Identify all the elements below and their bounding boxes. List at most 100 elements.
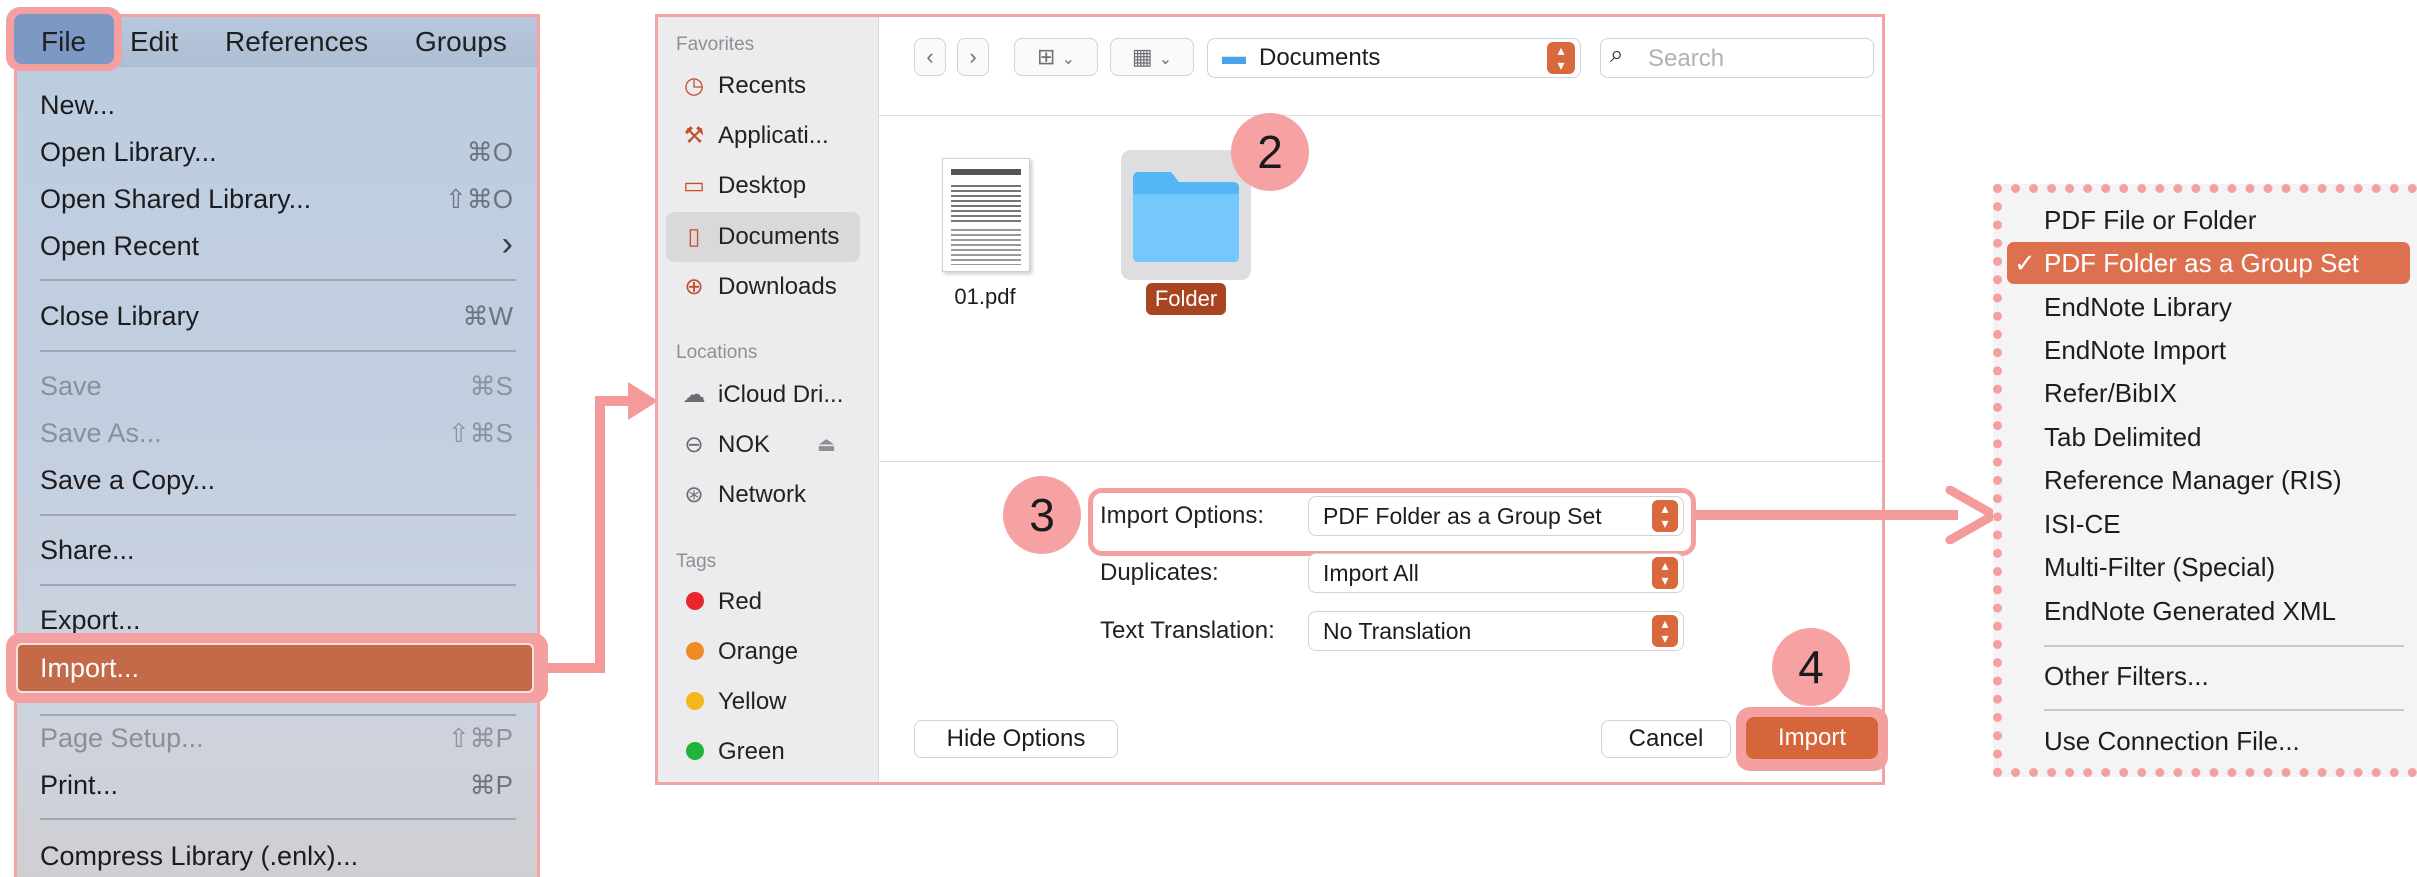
grid-icon: ⊞ [1037,44,1056,69]
hide-options-button[interactable]: Hide Options [914,720,1118,758]
folder-icon[interactable] [1129,168,1243,264]
sidebar-item-applications[interactable]: ⚒ Applicati... [678,115,829,155]
sidebar-item-label: Orange [718,638,799,665]
sidebar-tag-orange[interactable]: Orange [678,632,798,672]
sidebar-heading-favorites: Favorites [676,34,755,55]
menu-separator [40,818,516,820]
file-name-pdf[interactable]: 01.pdf [940,284,1030,310]
menubar-references[interactable]: References [225,17,368,67]
chevron-right-icon: › [501,225,513,263]
menu-item-import[interactable]: Import... [40,646,139,690]
menu-item-new[interactable]: New... [40,85,115,125]
stepper-icon: ▴ ▾ [1652,557,1678,589]
import-options-label: Import Options: [1100,502,1265,529]
format-separator [2044,645,2404,647]
step-badge-2: 2 [1231,113,1309,191]
checkmark-icon: ✓ [2014,248,2036,278]
search-placeholder: Search [1648,45,1725,72]
back-button[interactable]: ‹ [914,38,946,76]
menu-item-compress-library[interactable]: Compress Library (.enlx)... [40,836,358,876]
format-item[interactable]: Use Connection File... [2044,721,2300,761]
tag-dot-icon [686,591,704,610]
format-item[interactable]: Reference Manager (RIS) [2044,460,2342,500]
shortcut-page-setup: ⇧⌘P [447,723,513,753]
file-name-folder[interactable]: Folder [1146,283,1226,315]
search-field[interactable] [1600,38,1874,78]
text-translation-popup[interactable]: No Translation [1308,611,1684,651]
document-icon: ▯ [687,223,701,249]
pdf-thumbnail[interactable] [942,158,1030,272]
menu-item-share[interactable]: Share... [40,530,135,570]
text-translation-label: Text Translation: [1100,617,1275,644]
format-item[interactable]: EndNote Library [2044,287,2232,327]
format-item[interactable]: Other Filters... [2044,656,2209,696]
tag-dot-icon [686,691,704,710]
sidebar-item-nok[interactable]: ⊖ NOK [678,424,770,464]
view-mode-button[interactable]: ⊞ ⌄ [1014,38,1098,76]
sidebar-item-downloads[interactable]: ⊕ Downloads [678,266,837,306]
sidebar-tag-green[interactable]: Green [678,732,785,772]
menubar-groups[interactable]: Groups [415,17,507,67]
sidebar-item-label: Documents [718,223,840,250]
format-item[interactable]: Multi-Filter (Special) [2044,547,2275,587]
group-grid-icon: ▦ [1131,44,1153,69]
sidebar-item-network[interactable]: ⊛ Network [678,474,806,514]
sidebar-item-label: Green [718,738,785,765]
format-item-selected[interactable]: PDF Folder as a Group Set [2044,243,2359,283]
sidebar-tag-yellow[interactable]: Yellow [678,682,787,722]
format-separator [2044,709,2404,711]
globe-icon: ⊛ [684,481,704,507]
stepper-icon: ▴ ▾ [1652,615,1678,647]
menu-separator [40,279,516,281]
sidebar-item-documents[interactable]: ▯ Documents [678,216,840,256]
chevron-down-icon: ⌄ [1061,51,1075,68]
shortcut-open-shared-library: ⇧⌘O [444,184,513,214]
sidebar-item-label: iCloud Dri... [718,381,844,408]
sidebar-item-label: Network [718,481,807,508]
sidebar-item-label: Yellow [718,688,787,715]
stepper-icon: ▴ ▾ [1547,42,1575,74]
cancel-button[interactable]: Cancel [1601,720,1731,758]
menu-item-open-library[interactable]: Open Library... [40,132,217,172]
format-item[interactable]: Refer/BibIX [2044,373,2177,413]
menu-item-open-recent[interactable]: Open Recent [40,226,199,266]
sidebar-heading-locations: Locations [676,342,758,363]
sidebar-item-desktop[interactable]: ▭ Desktop [678,165,806,205]
import-options-popup[interactable]: PDF Folder as a Group Set [1308,496,1684,536]
shortcut-save: ⌘S [469,371,513,401]
duplicates-popup[interactable]: Import All [1308,553,1684,593]
sidebar-item-label: Recents [718,72,807,99]
connector-line [1696,510,1958,520]
format-item[interactable]: ISI-CE [2044,504,2121,544]
forward-button[interactable]: › [957,38,989,76]
sidebar-item-recents[interactable]: ◷ Recents [678,65,806,105]
menu-item-open-shared-library[interactable]: Open Shared Library... [40,179,311,219]
options-divider [879,461,1882,462]
format-item[interactable]: PDF File or Folder [2044,200,2256,240]
sidebar-item-label: Applicati... [718,122,829,149]
applications-icon: ⚒ [683,122,705,148]
menubar-file[interactable]: File [41,17,86,67]
menu-item-close-library[interactable]: Close Library [40,296,199,336]
sidebar-tag-red[interactable]: Red [678,582,762,622]
eject-icon[interactable]: ⏏ [817,432,836,457]
search-icon: ⌕ [1610,41,1624,68]
chevron-down-icon: ⌄ [1158,51,1173,68]
arrow-right-icon [628,382,658,420]
import-button[interactable]: Import [1746,717,1878,759]
format-item[interactable]: EndNote Import [2044,330,2226,370]
shortcut-save-as: ⇧⌘S [447,418,513,448]
shortcut-open-library: ⌘O [466,137,513,167]
tag-dot-icon [686,741,704,760]
menubar-edit[interactable]: Edit [130,17,178,67]
menu-item-save-a-copy[interactable]: Save a Copy... [40,460,215,500]
desktop-icon: ▭ [683,172,705,198]
format-item[interactable]: EndNote Generated XML [2044,591,2336,631]
sidebar-item-icloud[interactable]: ☁ iCloud Dri... [678,374,844,414]
stepper-icon: ▴ ▾ [1652,500,1678,532]
group-by-button[interactable]: ▦ ⌄ [1110,38,1194,76]
menu-item-print[interactable]: Print... [40,765,118,805]
sidebar-item-label: Downloads [718,273,837,300]
format-item[interactable]: Tab Delimited [2044,417,2202,457]
menu-separator [40,714,516,716]
